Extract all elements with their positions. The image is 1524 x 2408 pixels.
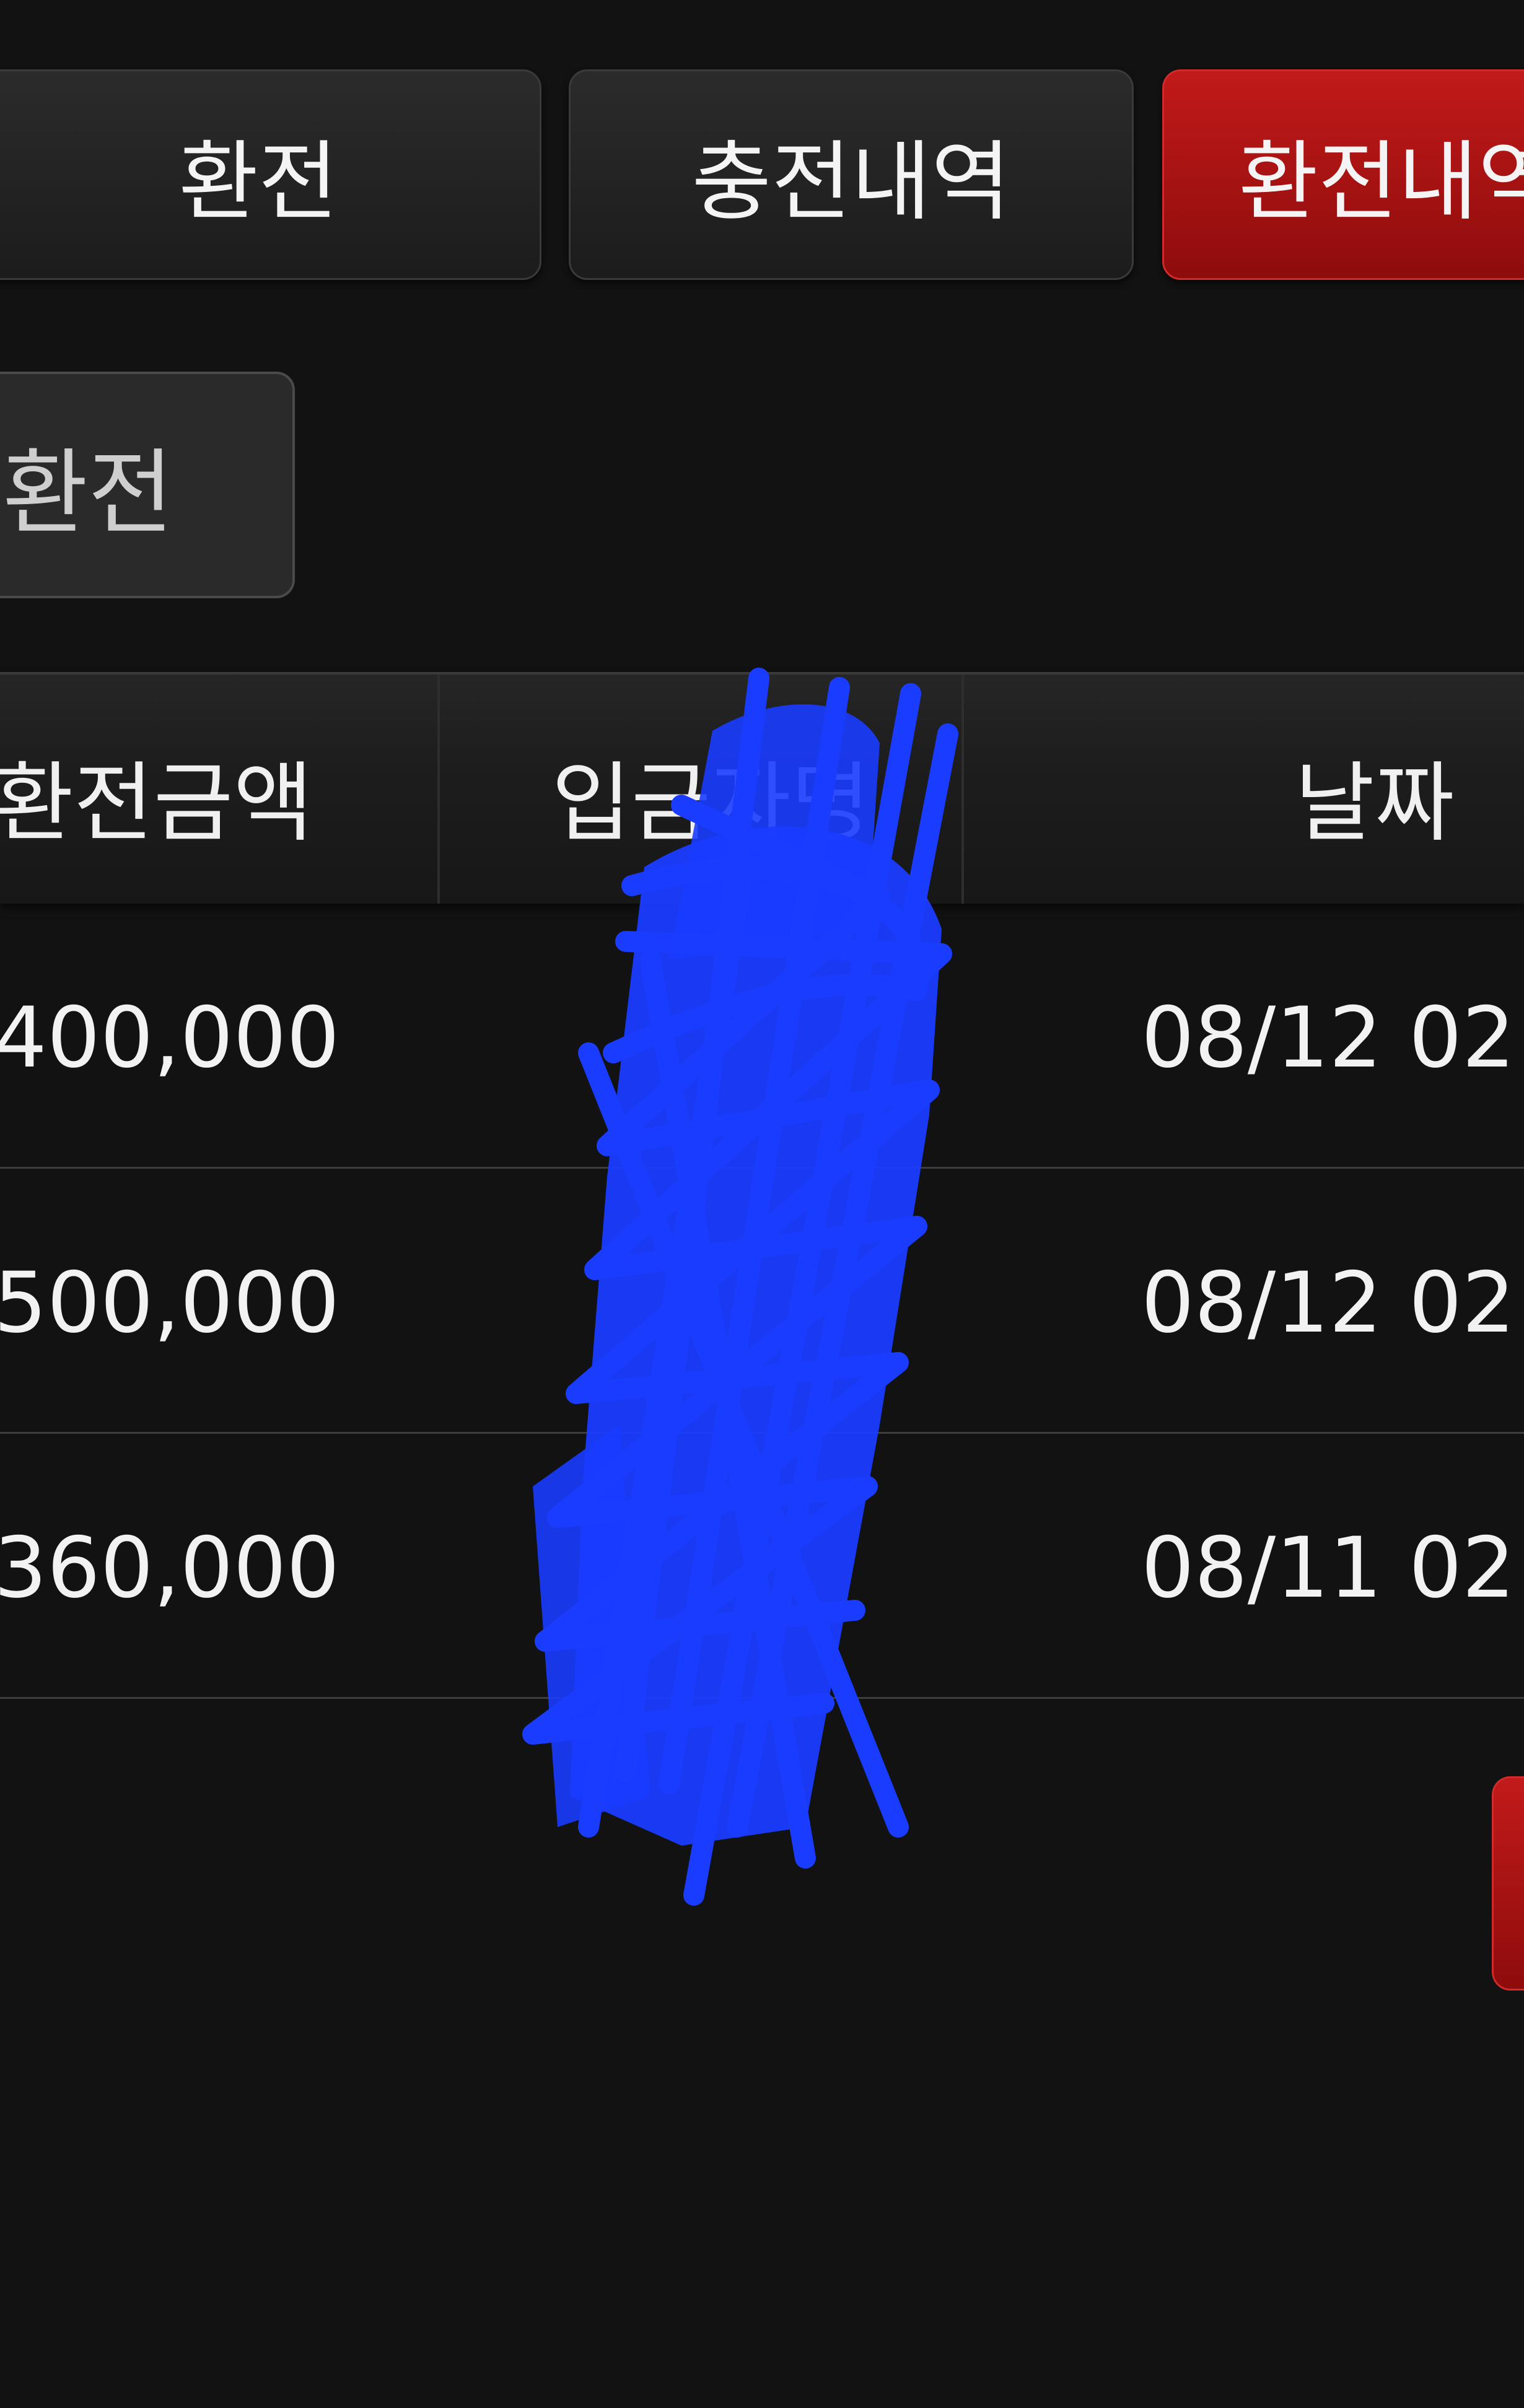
- row-date: 08/11 02:1: [1141, 1519, 1524, 1616]
- row-amount: 360,000: [0, 1519, 340, 1616]
- confirm-button[interactable]: [1492, 1776, 1524, 1991]
- tab-exchange-history[interactable]: 환전내역: [1162, 69, 1524, 280]
- header-depositor-name: 입금자명: [551, 753, 871, 854]
- row-amount: 500,000: [0, 1254, 340, 1351]
- exchange-filter-label: 환전: [2, 439, 174, 547]
- table-header: 환전금액 입금자명 날짜: [0, 672, 1524, 904]
- column-divider: [961, 674, 964, 904]
- row-date: 08/12 02:1: [1141, 989, 1524, 1086]
- tab-charge-history[interactable]: 충전내역: [569, 69, 1134, 280]
- table-row[interactable]: 500,000 08/12 02:1: [0, 1169, 1524, 1434]
- row-date: 08/12 02:1: [1141, 1254, 1524, 1351]
- tab-exchange[interactable]: 환전: [0, 69, 541, 280]
- tab-exchange-label: 환전: [178, 132, 338, 233]
- exchange-history-table: 환전금액 입금자명 날짜 400,000 08/12 02:1 500,000 …: [0, 672, 1524, 1699]
- tab-exchange-history-label: 환전내역: [1238, 132, 1524, 233]
- table-row[interactable]: 360,000 08/11 02:1: [0, 1434, 1524, 1699]
- column-divider: [437, 674, 440, 904]
- header-exchange-amount: 환전금액: [0, 753, 313, 854]
- row-amount: 400,000: [0, 989, 340, 1086]
- table-row[interactable]: 400,000 08/12 02:1: [0, 904, 1524, 1169]
- tab-charge-history-label: 충전내역: [691, 132, 1011, 233]
- exchange-filter-button[interactable]: 환전: [0, 372, 295, 598]
- header-date: 날짜: [1295, 753, 1455, 854]
